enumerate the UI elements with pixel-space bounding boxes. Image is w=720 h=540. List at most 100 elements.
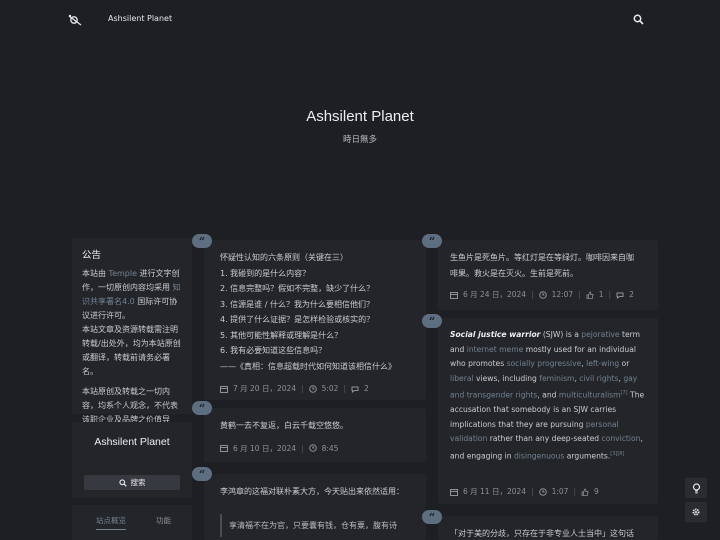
post-card: 「对于美的分歧，只存在于非专业人士当中」这句话 bbox=[438, 516, 658, 540]
temple-link[interactable]: Temple bbox=[109, 269, 137, 278]
meta-divider: | bbox=[531, 290, 534, 299]
post-comments-count[interactable]: 2 bbox=[364, 384, 369, 393]
post-time: 12:07 bbox=[551, 290, 574, 299]
sidebar-search-button[interactable]: 搜索 bbox=[84, 475, 180, 490]
site-name-link[interactable]: Ashsilent Planet bbox=[108, 14, 172, 23]
tab-site-overview[interactable]: 站点概览 bbox=[96, 515, 126, 530]
lightbulb-icon bbox=[692, 482, 700, 493]
clock-icon bbox=[538, 290, 547, 299]
notice-card: 公告 本站由 Temple 进行文字创作，一切原创内容均采用 知识共享署名4.0… bbox=[72, 238, 192, 438]
tab-functions[interactable]: 功能 bbox=[156, 515, 171, 526]
search-button-label: 搜索 bbox=[130, 478, 146, 487]
post-card: 生鱼片是死鱼片。等红灯是在等绿灯。咖啡因来自咖啡果。救火是在灭火。生前是死前。 … bbox=[438, 240, 658, 310]
post-date[interactable]: 6 月 11 日，2024 bbox=[463, 486, 526, 497]
sidebar-tabs: 站点概览 功能 bbox=[72, 505, 192, 540]
civil-rights-link[interactable]: civil rights bbox=[579, 374, 618, 383]
meta-divider: | bbox=[343, 384, 346, 393]
hero-subtitle: 時日無多 bbox=[342, 135, 377, 145]
post-line: 5. 其他可能性解释或理解是什么？ bbox=[220, 330, 343, 340]
post-meta: 7 月 20 日，2024 | 5:02 | 2 bbox=[220, 383, 410, 394]
meta-divider: | bbox=[301, 443, 304, 453]
post-card: 李鸿章的这福对联朴素大方，今天贴出来依然适用： 享清福不在为官，只要囊有钱，仓有… bbox=[204, 474, 426, 540]
comment-icon bbox=[616, 292, 624, 299]
post-likes-count[interactable]: 9 bbox=[594, 487, 599, 496]
liberal-link[interactable]: liberal bbox=[450, 374, 474, 383]
thumbs-up-icon bbox=[581, 488, 589, 496]
calendar-icon bbox=[220, 385, 228, 393]
clock-icon bbox=[538, 487, 547, 496]
inline-text: (SJW) is a bbox=[540, 330, 582, 339]
feminism-link[interactable]: feminism bbox=[539, 374, 574, 383]
clock-icon bbox=[308, 444, 317, 452]
post-line: 生鱼片是死鱼片。等红灯是在等绿灯。咖啡因来自咖啡果。救火是在灭火。生前是死前。 bbox=[450, 253, 634, 278]
notice-text: 本站由 bbox=[82, 269, 109, 278]
conviction-link[interactable]: conviction bbox=[602, 434, 641, 443]
post-date[interactable]: 6 月 24 日，2024 bbox=[463, 289, 526, 300]
brand-title: Ashsilent Planet bbox=[94, 436, 170, 448]
post-date[interactable]: 6 月 10 日，2024 bbox=[233, 443, 296, 454]
multiculturalism-link[interactable]: multiculturalism bbox=[559, 391, 621, 400]
quote-icon: “ bbox=[422, 510, 442, 524]
reference-link[interactable]: [7] bbox=[621, 390, 628, 396]
top-navbar: Ashsilent Planet bbox=[0, 0, 720, 40]
quote-icon: “ bbox=[422, 234, 442, 248]
comment-icon bbox=[351, 386, 359, 393]
sjw-paragraph: Social justice warrior (SJW) is a pejora… bbox=[450, 328, 646, 464]
post-line: 6. 我有必要知道这些信息吗？ bbox=[220, 346, 327, 355]
quote-icon: “ bbox=[192, 234, 212, 248]
notice-title: 公告 bbox=[82, 250, 102, 261]
gear-icon bbox=[692, 508, 700, 516]
calendar-icon bbox=[220, 445, 228, 452]
socially-progressive-link[interactable]: socially progressive bbox=[507, 359, 582, 368]
search-icon[interactable] bbox=[633, 14, 644, 25]
reference-link[interactable]: [3][8] bbox=[610, 451, 624, 457]
calendar-icon bbox=[450, 291, 458, 299]
planet-logo-icon[interactable] bbox=[68, 13, 82, 27]
post-card: 怀疑性认知的六条原则（关键在三） 1. 我碰到的是什么内容？ 2. 信息完整吗？… bbox=[204, 240, 426, 400]
meta-divider: | bbox=[578, 290, 581, 299]
pejorative-link[interactable]: pejorative bbox=[581, 330, 619, 339]
post-date[interactable]: 7 月 20 日，2024 bbox=[233, 383, 296, 394]
post-card: Social justice warrior (SJW) is a pejora… bbox=[438, 318, 658, 504]
post-blockquote: 享清福不在为官，只要囊有钱，仓有粟，腹有诗 bbox=[220, 513, 410, 537]
post-line: 4. 提供了什么证据？是怎样检验或核实的？ bbox=[220, 315, 375, 324]
inline-text: arguments. bbox=[564, 451, 611, 461]
post-line: 2. 信息完整吗？假如不完整，缺少了什么？ bbox=[220, 284, 375, 293]
post-card: 黄鹤一去不复返，白云千载空悠悠。 6 月 10 日，2024 | 8:45 bbox=[204, 408, 426, 462]
post-meta: 6 月 11 日，2024 | 1:07 | 9 bbox=[450, 486, 599, 497]
post-time: 5:02 bbox=[321, 384, 339, 393]
quote-icon: “ bbox=[422, 314, 442, 328]
post-line: 3. 信源是谁 / 什么？我为什么要相信他们？ bbox=[220, 299, 374, 309]
search-icon bbox=[118, 478, 127, 487]
theme-toggle-button[interactable] bbox=[685, 478, 707, 498]
disingenuous-link[interactable]: disingenuous bbox=[514, 451, 564, 460]
post-meta: 6 月 24 日，2024 | 12:07 | 1 | 2 bbox=[450, 289, 646, 300]
quote-icon: “ bbox=[192, 467, 212, 481]
inline-text: views, including bbox=[473, 373, 540, 383]
notice-paragraph-1: 本站由 Temple 进行文字创作，一切原创内容均采用 知识共享署名4.0 国际… bbox=[82, 267, 182, 323]
inline-text: or bbox=[619, 359, 630, 368]
notice-paragraph-2: 本站文章及资源转载需注明转载/出处外，均为本站原创或翻译，转载前请务必署名。 bbox=[82, 325, 181, 376]
meta-divider: | bbox=[573, 487, 576, 496]
quote-icon: “ bbox=[192, 401, 212, 415]
left-wing-link[interactable]: left-wing bbox=[586, 359, 619, 368]
meta-divider: | bbox=[608, 290, 612, 299]
meta-divider: | bbox=[301, 384, 304, 393]
post-likes-count[interactable]: 1 bbox=[599, 290, 604, 299]
post-line: 李鸿章的这福对联朴素大方，今天贴出来依然适用： bbox=[220, 487, 404, 496]
clock-icon bbox=[308, 384, 317, 393]
post-line: 黄鹤一去不复返，白云千载空悠悠。 bbox=[220, 421, 348, 430]
sjw-term: Social justice warrior bbox=[450, 330, 541, 339]
calendar-icon bbox=[450, 488, 458, 496]
hero-title: Ashsilent Planet bbox=[306, 108, 414, 125]
post-line: 1. 我碰到的是什么内容？ bbox=[220, 268, 311, 278]
meta-divider: | bbox=[531, 487, 534, 496]
inline-text: , and bbox=[537, 390, 559, 400]
post-time: 1:07 bbox=[551, 487, 569, 496]
post-comments-count[interactable]: 2 bbox=[629, 290, 634, 299]
thumbs-up-icon bbox=[586, 291, 594, 299]
internet-meme-link[interactable]: internet meme bbox=[467, 345, 524, 354]
post-line: 怀疑性认知的六条原则（关键在三） bbox=[220, 253, 348, 262]
settings-button[interactable] bbox=[685, 502, 707, 522]
post-line: ——《真相：信息超载时代如何知道该相信什么》 bbox=[220, 361, 396, 371]
